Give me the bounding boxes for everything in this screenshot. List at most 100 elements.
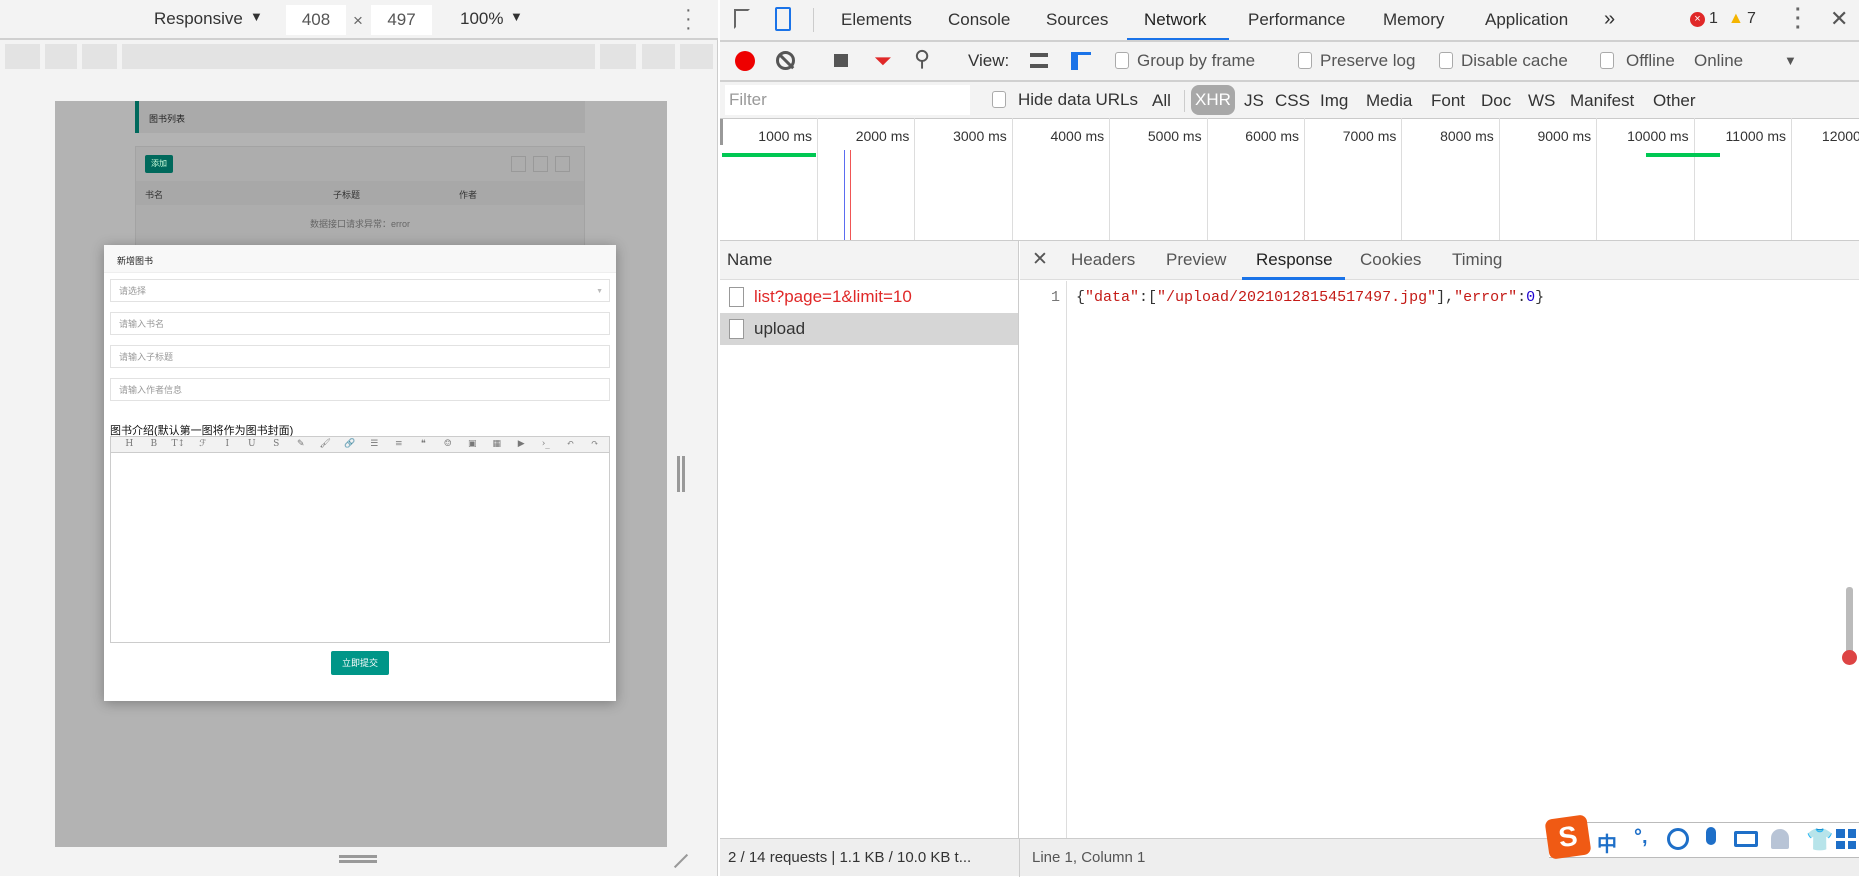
toolbox-grid-icon[interactable] xyxy=(1836,829,1856,849)
requests-list: Name list?page=1&limit=10 upload xyxy=(720,241,1019,838)
subtitle-input[interactable]: 请输入子标题 xyxy=(110,345,610,368)
cursor-position: Line 1, Column 1 xyxy=(1032,849,1146,866)
timeline-gridline xyxy=(1206,118,1208,240)
tab-response[interactable]: Response xyxy=(1256,250,1333,270)
editor-tool-button[interactable]: ↶ xyxy=(558,437,583,452)
device-toolbar: Responsive ▼ 408 × 497 100% ▼ · · · xyxy=(0,0,718,40)
file-icon xyxy=(729,319,744,339)
column-header[interactable]: 子标题 xyxy=(333,188,360,201)
user-icon[interactable] xyxy=(1771,829,1789,849)
submit-button[interactable]: 立即提交 xyxy=(331,651,389,675)
editor-tool-button[interactable]: ›_ xyxy=(534,437,559,452)
response-body[interactable]: {"data":["/upload/20210128154517497.jpg"… xyxy=(1076,289,1544,306)
print-icon[interactable] xyxy=(555,156,570,172)
preset-caret-icon[interactable]: ▼ xyxy=(250,9,263,24)
zoom-caret-icon[interactable]: ▼ xyxy=(510,9,523,24)
media-query-bar[interactable] xyxy=(122,44,595,69)
timeline-tick-label: 2000 ms xyxy=(855,128,910,144)
timeline-gridline xyxy=(1596,118,1598,240)
editor-tool-button[interactable]: ✎ xyxy=(289,437,314,452)
active-tab-indicator xyxy=(1242,277,1345,280)
request-name[interactable]: list?page=1&limit=10 xyxy=(754,287,912,307)
intro-editor[interactable] xyxy=(110,453,610,643)
media-query-bar[interactable] xyxy=(82,44,117,69)
more-options-icon[interactable]: · · · xyxy=(685,0,692,38)
timeline-tick-label: 5000 ms xyxy=(1147,128,1202,144)
timeline-gridline xyxy=(1791,118,1792,240)
emoji-icon[interactable] xyxy=(1667,828,1689,850)
detail-tabbar: ✕ Headers Preview Response Cookies Timin… xyxy=(1020,241,1859,280)
timeline-tick-label: 3000 ms xyxy=(953,128,1007,144)
editor-tool-button[interactable]: 🖌 xyxy=(313,437,338,452)
request-name[interactable]: upload xyxy=(754,319,805,339)
microphone-icon[interactable] xyxy=(1706,827,1716,845)
editor-toolbar: H B T↕ ℱ I U S ✎ 🖌 🔗 ☰ ≡ ❝ ☺ ▣ ▦ ▶ ›_ ↶ ↷ xyxy=(110,436,610,453)
add-button[interactable]: 添加 xyxy=(145,155,173,173)
editor-tool-button[interactable]: 🔗 xyxy=(338,437,363,452)
network-overview-timeline[interactable]: 1000 ms 2000 ms 3000 ms 4000 ms 5000 ms 6000 … xyxy=(720,0,1859,240)
editor-tool-button[interactable]: ☺ xyxy=(436,437,461,452)
timeline-gridline xyxy=(1011,118,1013,240)
media-query-bar[interactable] xyxy=(5,44,40,69)
media-query-bar[interactable] xyxy=(45,44,77,69)
editor-tool-button[interactable]: ≡ xyxy=(387,437,412,452)
editor-tool-button[interactable]: U xyxy=(240,437,265,452)
tab-preview[interactable]: Preview xyxy=(1166,250,1226,270)
ime-punctuation-toggle[interactable]: °, xyxy=(1634,826,1648,849)
media-query-bar[interactable] xyxy=(680,44,713,69)
column-header[interactable]: 书名 xyxy=(145,188,163,201)
tab-timing[interactable]: Timing xyxy=(1452,250,1502,270)
json-punct: :[ xyxy=(1139,289,1158,306)
close-detail-icon[interactable]: ✕ xyxy=(1032,248,1048,271)
resize-handle-right[interactable] xyxy=(677,456,680,492)
export-icon[interactable] xyxy=(533,156,548,172)
media-query-bar[interactable] xyxy=(642,44,675,69)
media-query-bar[interactable] xyxy=(600,44,636,69)
timeline-tick-label: 6000 ms xyxy=(1245,128,1299,144)
request-row[interactable]: list?page=1&limit=10 xyxy=(720,281,1018,313)
tab-headers[interactable]: Headers xyxy=(1071,250,1135,270)
skin-shirt-icon[interactable]: 👕 xyxy=(1806,827,1833,853)
editor-tool-button[interactable]: ↷ xyxy=(583,437,608,452)
column-header[interactable]: 作者 xyxy=(459,188,477,201)
timeline-left-handle[interactable] xyxy=(720,119,723,145)
column-filter-icon[interactable] xyxy=(511,156,526,172)
editor-tool-button[interactable]: ▶ xyxy=(509,437,534,452)
editor-tool-button[interactable]: S xyxy=(264,437,289,452)
name-column-header[interactable]: Name xyxy=(727,250,772,270)
height-input[interactable]: 497 xyxy=(371,5,432,35)
editor-tool-button[interactable]: I xyxy=(215,437,240,452)
request-summary: 2 / 14 requests | 1.1 KB / 10.0 KB t... xyxy=(728,849,972,866)
sogou-logo-icon[interactable]: S xyxy=(1544,814,1592,860)
keyboard-icon[interactable] xyxy=(1734,831,1758,847)
timeline-gridline xyxy=(914,118,916,240)
zoom-select[interactable]: 100% xyxy=(460,9,503,29)
book-name-input[interactable]: 请输入书名 xyxy=(110,312,610,335)
chevron-down-icon: ▼ xyxy=(596,288,603,295)
request-row-selected[interactable]: upload xyxy=(720,313,1018,345)
editor-tool-button[interactable]: ℱ xyxy=(191,437,216,452)
file-icon xyxy=(729,287,744,307)
resize-corner-handle[interactable] xyxy=(673,853,689,869)
json-key: "data" xyxy=(1085,289,1140,306)
scroll-indicator[interactable] xyxy=(1846,587,1853,657)
editor-tool-button[interactable]: B xyxy=(142,437,167,452)
timeline-tick-label: 11000 ms xyxy=(1725,128,1786,144)
timeline-tick-label: 7000 ms xyxy=(1342,128,1397,144)
editor-tool-button[interactable]: ▣ xyxy=(460,437,485,452)
editor-tool-button[interactable]: ☰ xyxy=(362,437,387,452)
editor-tool-button[interactable]: T↕ xyxy=(166,437,191,452)
editor-tool-button[interactable]: ❝ xyxy=(411,437,436,452)
resize-handle-bottom[interactable] xyxy=(339,855,377,858)
editor-tool-button[interactable]: H xyxy=(117,437,142,452)
editor-tool-button[interactable]: ▦ xyxy=(485,437,510,452)
category-select[interactable]: 请选择 ▼ xyxy=(110,279,610,302)
scroll-indicator-knob[interactable] xyxy=(1842,650,1857,665)
ime-language-toggle[interactable]: 中 xyxy=(1597,828,1617,857)
author-input[interactable]: 请输入作者信息 xyxy=(110,378,610,401)
device-preset-select[interactable]: Responsive xyxy=(154,9,243,29)
timeline-tick-label: 12000 ms xyxy=(1821,128,1859,144)
json-punct: : xyxy=(1517,289,1527,306)
width-input[interactable]: 408 xyxy=(286,5,346,35)
tab-cookies[interactable]: Cookies xyxy=(1360,250,1421,270)
